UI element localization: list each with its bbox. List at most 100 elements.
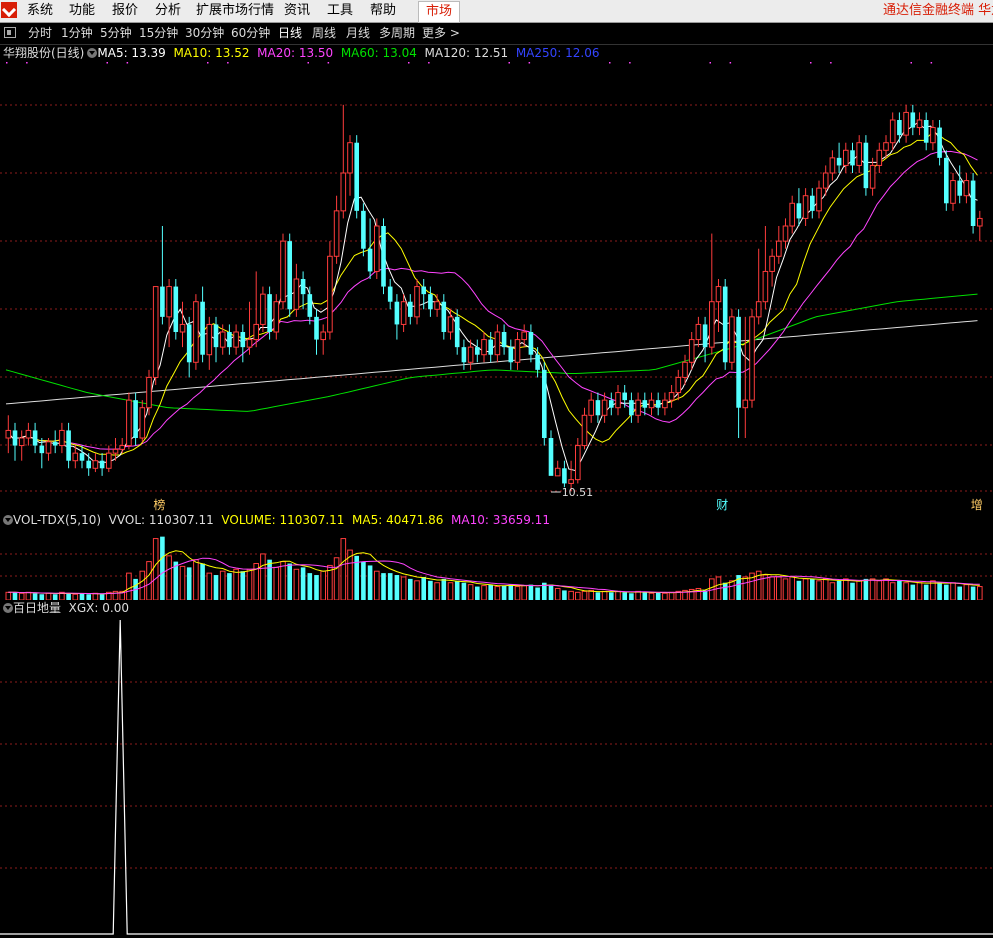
- candle-body: [260, 293, 266, 325]
- volume-bar: [903, 582, 909, 600]
- candle-body: [769, 255, 775, 272]
- candle-body: [447, 316, 454, 333]
- menu-item-function[interactable]: 功能: [69, 0, 95, 22]
- volume-bar: [635, 590, 641, 600]
- candle-body: [18, 437, 25, 447]
- event-marker: 增: [971, 498, 983, 511]
- tab-more[interactable]: 更多 >: [422, 23, 460, 44]
- dropdown-circle-icon[interactable]: [3, 515, 13, 525]
- volume-bar: [300, 567, 306, 600]
- candle-body: [554, 467, 561, 477]
- candle-body: [869, 164, 876, 189]
- volume-bar: [126, 572, 132, 600]
- candle-body: [354, 142, 359, 211]
- candle-body: [32, 430, 38, 446]
- volume-bar: [863, 578, 869, 600]
- candle-body: [970, 180, 976, 226]
- candle-body: [428, 294, 433, 310]
- candle-body: [695, 323, 702, 341]
- volume-bar: [260, 553, 266, 600]
- volume-bar: [562, 590, 567, 600]
- volume-bar: [662, 592, 668, 600]
- signal-dot: [508, 62, 510, 64]
- candle-body: [802, 195, 809, 219]
- signal-dot: [629, 62, 631, 64]
- app-logo-icon[interactable]: [1, 2, 17, 18]
- volume-bar: [361, 561, 366, 600]
- volume-bar: [963, 584, 970, 600]
- volume-bar: [179, 565, 186, 600]
- menu-bar: 系统 功能 报价 分析 扩展市场行情 资讯 工具 帮助 市场 通达信金融终端 华…: [0, 0, 993, 23]
- candle-body: [5, 429, 12, 439]
- candle-body: [588, 399, 595, 416]
- menu-item-news[interactable]: 资讯: [284, 0, 310, 22]
- candle-body: [682, 361, 688, 378]
- volume-bar: [461, 582, 467, 600]
- volume-bar: [843, 578, 849, 600]
- vol-indicator-label[interactable]: VOL-TDX(5,10): [13, 513, 101, 527]
- volume-chart[interactable]: [0, 528, 993, 600]
- market-button[interactable]: 市场: [418, 1, 461, 23]
- stock-name-label[interactable]: 华翔股份(日线): [3, 46, 84, 60]
- volume-bar: [810, 578, 815, 600]
- signal-dot: [910, 62, 912, 64]
- candle-body: [709, 301, 715, 348]
- candle-body: [213, 324, 219, 348]
- dropdown-circle-icon[interactable]: [3, 603, 13, 613]
- volume-bar: [521, 585, 528, 600]
- tab-multi-period[interactable]: 多周期: [379, 23, 415, 44]
- tab-30min[interactable]: 30分钟: [185, 23, 224, 44]
- sub-indicator-label[interactable]: 百日地量: [13, 601, 61, 615]
- price-chart[interactable]: 10.51 榜 财 增: [0, 61, 993, 511]
- volume-bar: [280, 561, 286, 600]
- volume-bar: [609, 592, 614, 600]
- menu-item-analysis[interactable]: 分析: [155, 0, 181, 22]
- tab-daily[interactable]: 日线: [278, 23, 302, 44]
- volume-bar: [394, 575, 400, 600]
- volume-bar: [408, 578, 413, 600]
- menu-item-system[interactable]: 系统: [27, 0, 53, 22]
- volume-bar: [481, 585, 487, 600]
- candle-body: [796, 203, 802, 219]
- candle-body: [568, 479, 574, 484]
- signal-dot: [810, 62, 812, 64]
- candle-body: [782, 225, 789, 242]
- tab-weekly[interactable]: 周线: [312, 23, 336, 44]
- menu-item-help[interactable]: 帮助: [370, 0, 396, 22]
- candle-body: [387, 286, 393, 302]
- volume-bar: [273, 566, 280, 600]
- panel-toggle-icon[interactable]: [4, 27, 16, 38]
- volume-bar: [92, 592, 99, 600]
- candle-body: [361, 210, 366, 249]
- ma10-value: MA10: 13.52: [173, 46, 250, 60]
- volume-bar: [173, 561, 179, 600]
- menu-item-extended-market[interactable]: 扩展市场行情: [196, 0, 274, 22]
- menu-item-quote[interactable]: 报价: [112, 0, 138, 22]
- menu-item-tools[interactable]: 工具: [327, 0, 353, 22]
- candle-body: [45, 441, 52, 454]
- candle-body: [642, 400, 648, 408]
- candle-body: [160, 286, 165, 317]
- candle-body: [287, 241, 292, 310]
- tab-60min[interactable]: 60分钟: [231, 23, 270, 44]
- tab-5min[interactable]: 5分钟: [100, 23, 132, 44]
- volume-bar: [910, 584, 916, 600]
- candle-body: [977, 217, 983, 227]
- dropdown-circle-icon[interactable]: [87, 48, 98, 58]
- tab-monthly[interactable]: 月线: [346, 23, 370, 44]
- volume-bar: [240, 571, 246, 600]
- volume-bar: [367, 565, 373, 600]
- candle-body: [542, 369, 547, 438]
- volume-bar: [488, 584, 493, 600]
- vol-ma5-value: MA5: 40471.86: [352, 513, 444, 527]
- signal-dot: [709, 62, 711, 64]
- volume-bar: [782, 578, 789, 600]
- candle-body: [461, 347, 467, 363]
- tab-timeshare[interactable]: 分时: [28, 23, 52, 44]
- tab-1min[interactable]: 1分钟: [61, 23, 93, 44]
- indicator-chart[interactable]: [0, 616, 993, 936]
- candle-body: [501, 332, 507, 348]
- ma5-value: MA5: 13.39: [97, 46, 166, 60]
- tab-15min[interactable]: 15分钟: [139, 23, 178, 44]
- candle-body: [957, 180, 962, 196]
